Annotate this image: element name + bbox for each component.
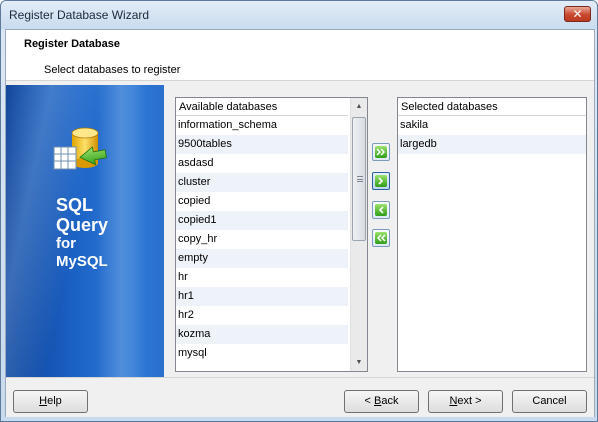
scroll-thumb[interactable] — [352, 117, 366, 241]
available-databases-header: Available databases — [176, 98, 348, 116]
product-name: SQL Query for MySQL — [56, 195, 109, 270]
available-database-item[interactable]: copied — [176, 192, 348, 211]
available-database-item[interactable]: kozma — [176, 325, 348, 344]
selected-database-item[interactable]: largedb — [398, 135, 586, 154]
available-database-item[interactable]: 9500tables — [176, 135, 348, 154]
scroll-up-icon[interactable]: ▲ — [351, 98, 367, 115]
available-database-item[interactable]: mysql — [176, 344, 348, 363]
available-databases-list[interactable]: Available databases information_schema 95… — [175, 97, 368, 372]
wizard-window: Register Database Wizard ✕ Register Data… — [0, 0, 598, 422]
available-database-item[interactable]: copy_hr — [176, 230, 348, 249]
available-database-item[interactable]: copied1 — [176, 211, 348, 230]
remove-button[interactable] — [372, 201, 390, 219]
cancel-button[interactable]: Cancel — [512, 390, 587, 413]
window-title: Register Database Wizard — [9, 8, 150, 22]
right-arrow-icon — [375, 175, 387, 187]
available-database-item[interactable]: empty — [176, 249, 348, 268]
selected-database-item[interactable]: sakila — [398, 116, 586, 135]
page-title: Register Database — [24, 38, 120, 50]
available-database-item[interactable]: hr — [176, 268, 348, 287]
page-subtitle: Select databases to register — [44, 64, 181, 76]
back-button[interactable]: < Back — [344, 390, 419, 413]
double-left-arrow-icon — [375, 232, 387, 244]
double-right-arrow-icon — [375, 146, 387, 158]
wizard-content: Register Database Select databases to re… — [5, 29, 595, 417]
selected-databases-list[interactable]: Selected databases sakila largedb — [397, 97, 587, 372]
product-banner: SQL Query for MySQL — [6, 85, 164, 377]
wizard-footer: Help < Back Next > Cancel — [6, 377, 594, 417]
wizard-header: Register Database Select databases to re… — [6, 30, 594, 81]
selected-databases-header: Selected databases — [398, 98, 586, 116]
database-wizard-icon — [53, 127, 107, 170]
remove-all-button[interactable] — [372, 229, 390, 247]
title-bar[interactable]: Register Database Wizard ✕ — [1, 1, 597, 29]
available-database-item[interactable]: asdasd — [176, 154, 348, 173]
available-database-item[interactable]: information_schema — [176, 116, 348, 135]
close-button[interactable]: ✕ — [564, 6, 591, 22]
next-button[interactable]: Next > — [428, 390, 503, 413]
close-icon: ✕ — [572, 7, 583, 21]
add-all-button[interactable] — [372, 143, 390, 161]
available-database-item[interactable]: hr2 — [176, 306, 348, 325]
scroll-down-icon[interactable]: ▼ — [351, 354, 367, 371]
left-arrow-icon — [375, 204, 387, 216]
wizard-body: SQL Query for MySQL Available databases … — [6, 85, 594, 377]
available-database-item[interactable]: hr1 — [176, 287, 348, 306]
help-button[interactable]: Help — [13, 390, 88, 413]
available-scrollbar[interactable]: ▲ ▼ — [350, 98, 367, 371]
available-database-item[interactable]: cluster — [176, 173, 348, 192]
add-button[interactable] — [372, 172, 390, 190]
